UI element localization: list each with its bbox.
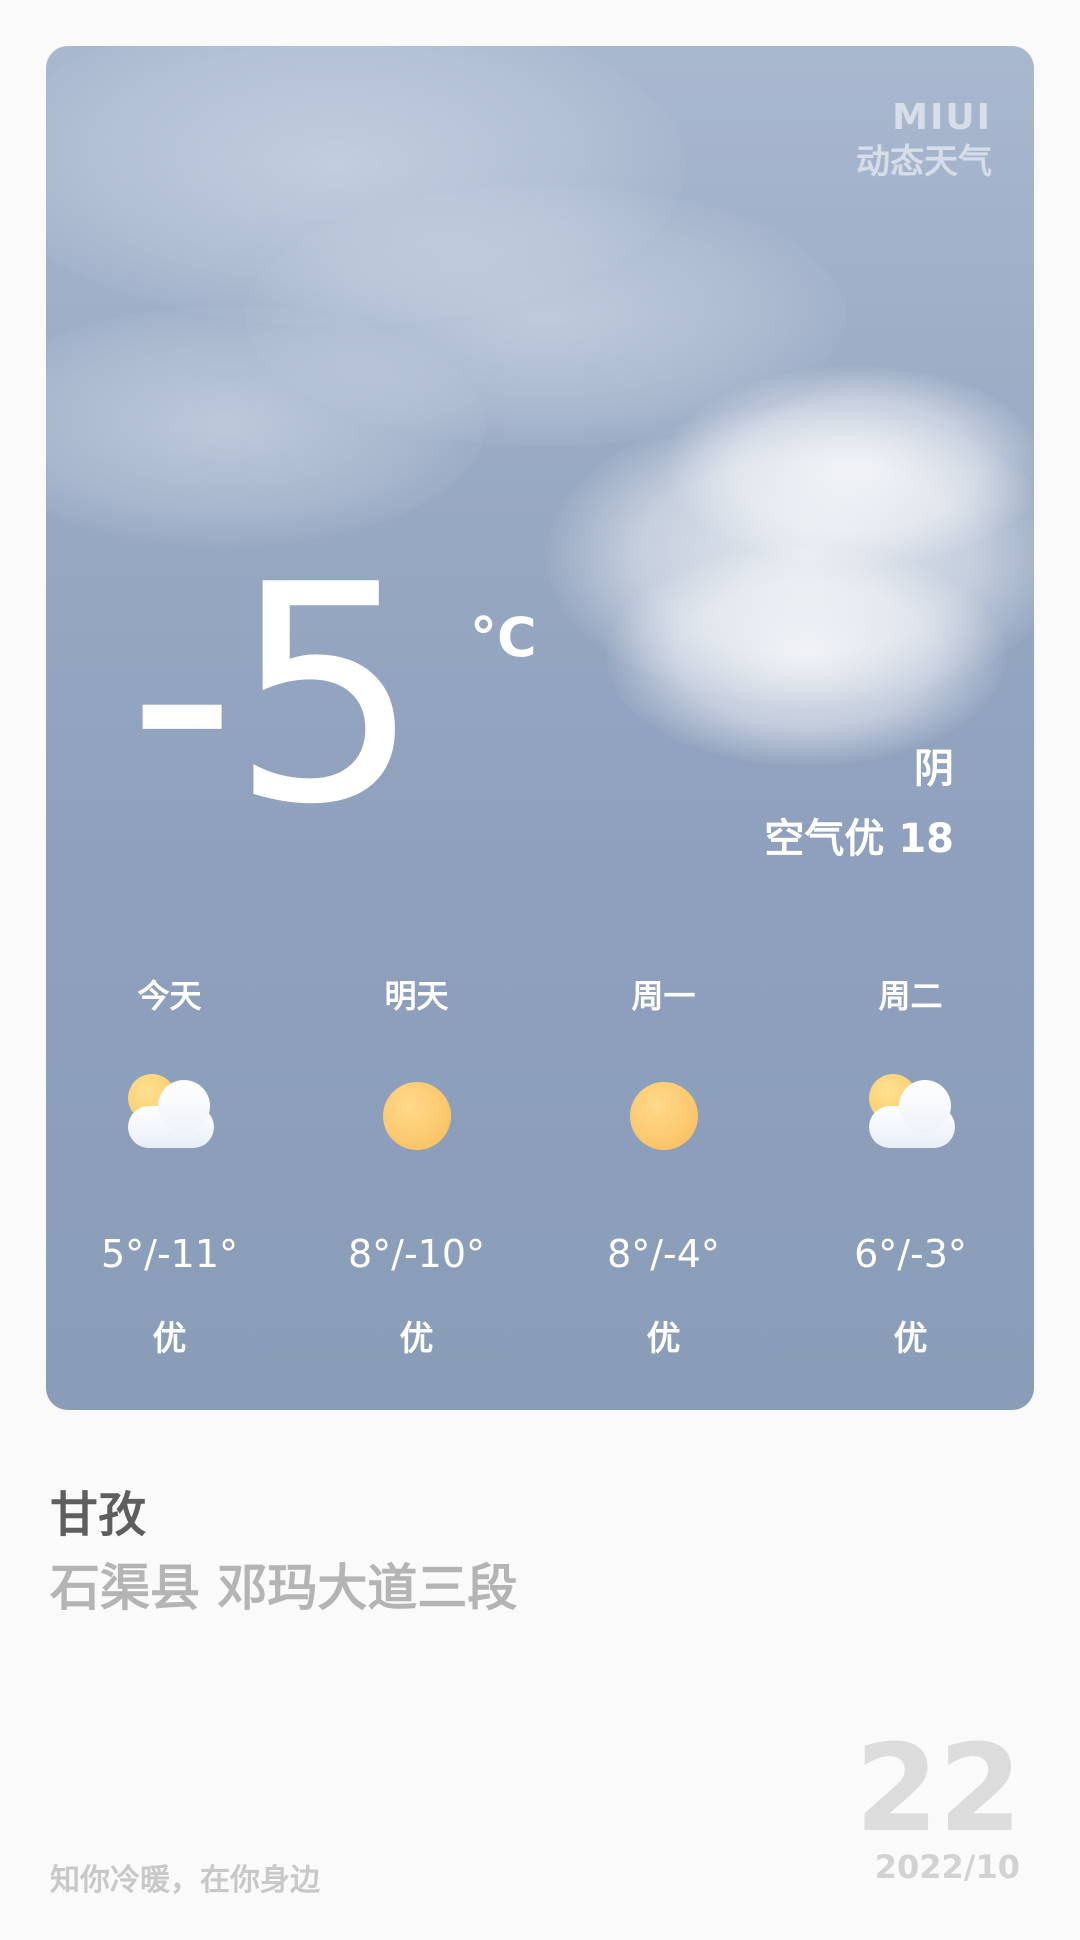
forecast-day[interactable]: 明天 8°/-10° 优 <box>293 966 540 1364</box>
forecast-aqi: 优 <box>646 1319 681 1359</box>
forecast-day[interactable]: 今天 5°/-11° 优 <box>46 966 293 1364</box>
forecast-day-label: 周二 <box>878 977 943 1015</box>
weather-card[interactable]: MIUI 动态天气 -5 °C 阴 空气优 18 今天 5°/-11° 优 明天… <box>46 46 1034 1410</box>
forecast-aqi: 优 <box>152 1319 187 1359</box>
date-day: 22 <box>855 1720 1022 1859</box>
brand-miui: MIUI <box>892 97 992 138</box>
current-temperature: -5 <box>128 521 421 870</box>
date-year-month: 2022/10 <box>874 1848 1020 1886</box>
forecast-day-label: 今天 <box>137 977 202 1015</box>
slogan-text: 知你冷暖，在你身边 <box>50 1863 320 1898</box>
forecast-day-label: 明天 <box>384 977 449 1015</box>
temperature-unit: °C <box>470 606 537 669</box>
forecast-row: 今天 5°/-11° 优 明天 8°/-10° 优 周一 8°/-4° 优 周二 <box>46 966 1034 1364</box>
forecast-temp-range: 6°/-3° <box>854 1232 967 1276</box>
air-quality: 空气优 18 <box>764 816 954 862</box>
forecast-day[interactable]: 周二 6°/-3° 优 <box>787 966 1034 1364</box>
forecast-day-label: 周一 <box>631 977 696 1015</box>
sun-icon <box>614 1066 714 1166</box>
sun-behind-cloud-icon <box>861 1066 961 1166</box>
forecast-temp-range: 5°/-11° <box>100 1232 239 1276</box>
forecast-aqi: 优 <box>399 1319 434 1359</box>
forecast-temp-range: 8°/-10° <box>347 1232 486 1276</box>
weather-condition: 阴 <box>914 746 954 792</box>
forecast-aqi: 优 <box>893 1319 928 1359</box>
street-address: 石渠县 邓玛大道三段 <box>50 1559 518 1617</box>
sun-behind-cloud-icon <box>120 1066 220 1166</box>
brand-dynamic-weather: 动态天气 <box>856 142 992 182</box>
forecast-day[interactable]: 周一 8°/-4° 优 <box>540 966 787 1364</box>
sun-icon <box>367 1066 467 1166</box>
brand-watermark: MIUI 动态天气 <box>856 96 992 184</box>
forecast-temp-range: 8°/-4° <box>607 1232 720 1276</box>
city-name: 甘孜 <box>50 1487 147 1543</box>
